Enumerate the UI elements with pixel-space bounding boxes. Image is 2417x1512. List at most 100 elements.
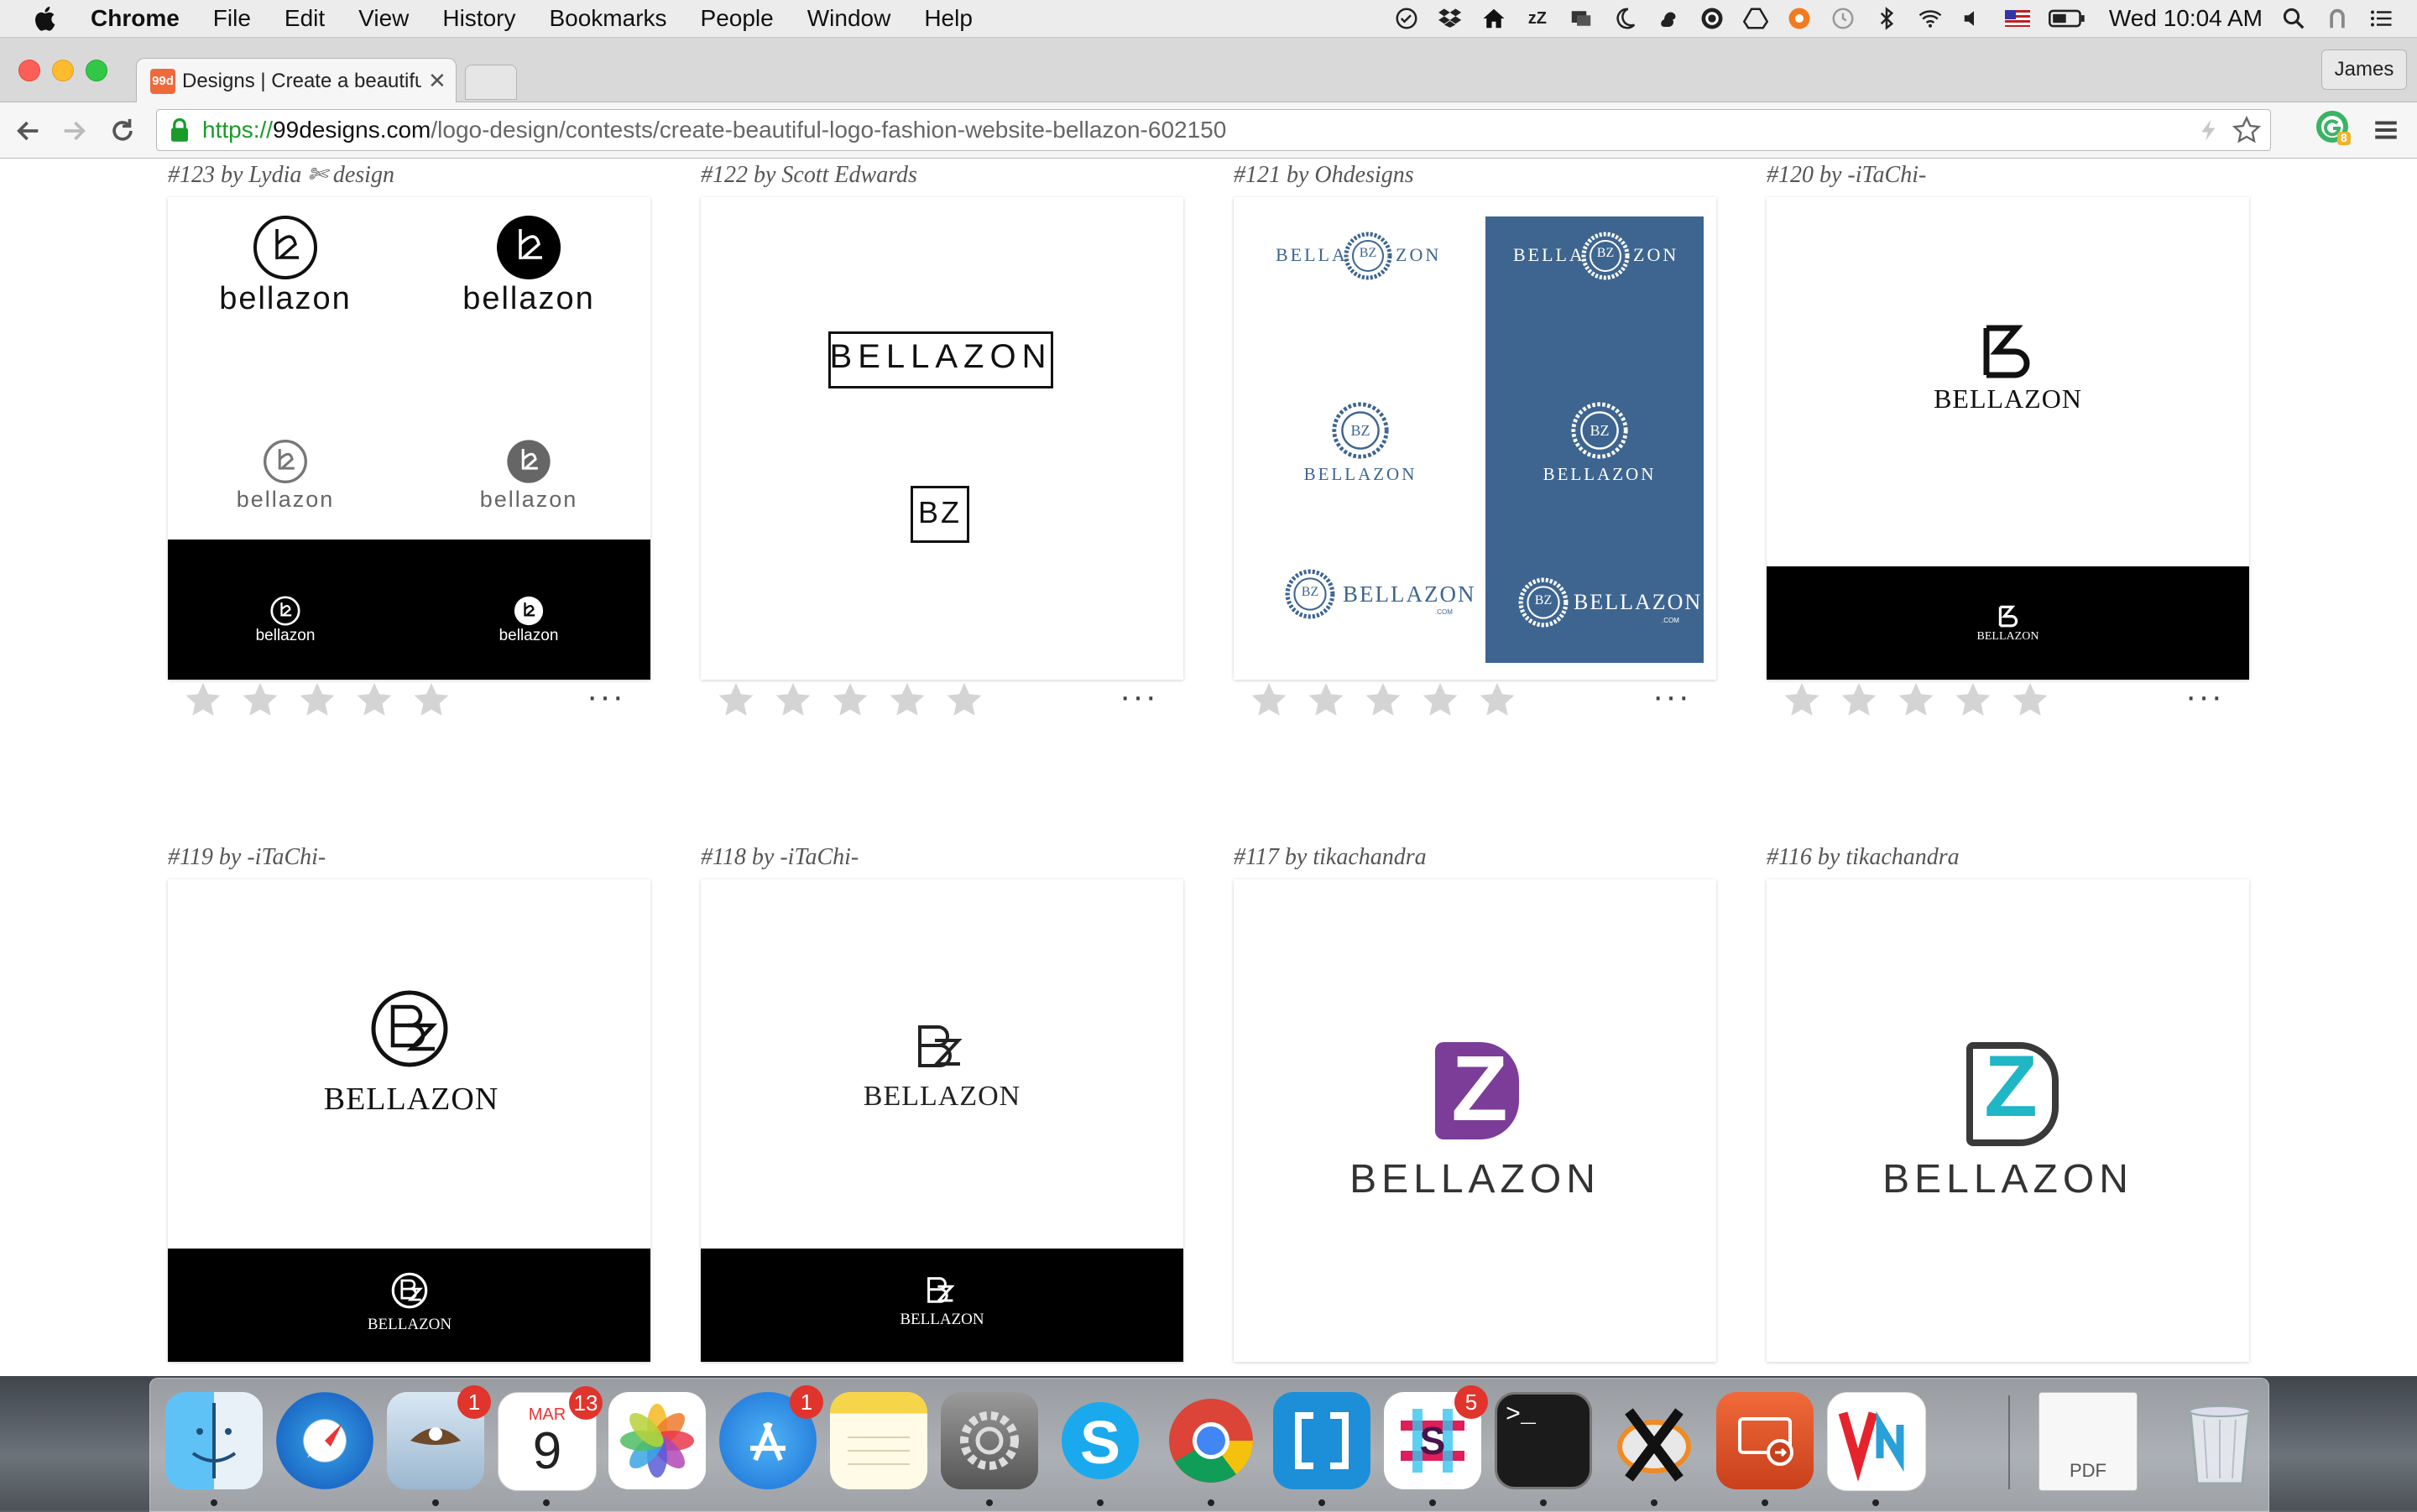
bluetooth-icon[interactable]	[1874, 6, 1899, 31]
dock-skype[interactable]: S	[1052, 1392, 1149, 1489]
dock-remote-desktop[interactable]	[1716, 1392, 1814, 1489]
design-thumbnail[interactable]: bellazon bellazon bellazon bellazon bell…	[168, 197, 650, 680]
dock-chrome[interactable]	[1162, 1392, 1260, 1489]
user-silhouette-icon[interactable]	[2325, 6, 2350, 31]
dock-app-store[interactable]: 1	[719, 1385, 823, 1489]
menu-bookmarks[interactable]: Bookmarks	[549, 5, 666, 32]
dock-finder[interactable]	[165, 1392, 263, 1489]
menu-view[interactable]: View	[358, 5, 409, 32]
minimize-window-button[interactable]	[52, 60, 74, 81]
entry-label[interactable]: #121 by Ohdesigns	[1234, 159, 1716, 192]
star-rating[interactable]	[716, 680, 984, 724]
star-icon[interactable]	[1953, 680, 1993, 724]
star-icon[interactable]	[716, 680, 756, 724]
star-icon[interactable]	[411, 680, 452, 724]
star-icon[interactable]	[1420, 680, 1460, 724]
home-icon[interactable]	[1481, 6, 1506, 31]
star-rating[interactable]	[1249, 680, 1517, 724]
checkmark-icon[interactable]	[1394, 6, 1419, 31]
menu-edit[interactable]: Edit	[285, 5, 325, 32]
tab-active[interactable]: 99d Designs | Create a beautiful logo ✕	[136, 58, 457, 103]
close-window-button[interactable]	[18, 60, 40, 81]
entry-label[interactable]: #117 by tikachandra	[1234, 841, 1716, 874]
drive-icon[interactable]	[1742, 6, 1768, 31]
bookmark-star-icon[interactable]	[2232, 115, 2262, 145]
star-icon[interactable]	[944, 680, 984, 724]
design-thumbnail[interactable]: BELLAZON BELLAZON	[701, 879, 1183, 1362]
star-icon[interactable]	[2010, 680, 2050, 724]
more-options-button[interactable]: ···	[587, 680, 625, 713]
menu-file[interactable]: File	[213, 5, 251, 32]
dock-vnc-viewer[interactable]	[1827, 1392, 1926, 1491]
notification-center-icon[interactable]	[2368, 6, 2394, 31]
dock-slack[interactable]: S 5	[1384, 1385, 1488, 1489]
dock-system-preferences[interactable]	[941, 1392, 1038, 1489]
dock-pdf-document[interactable]: PDF	[2039, 1392, 2138, 1491]
dock-notes[interactable]	[830, 1392, 927, 1489]
menubar-clock[interactable]: Wed 10:04 AM	[2109, 5, 2263, 32]
new-tab-button[interactable]	[465, 65, 517, 100]
design-thumbnail[interactable]: BELLAZON BELLAZON	[168, 879, 650, 1362]
entry-label[interactable]: #122 by Scott Edwards	[701, 159, 1183, 192]
design-thumbnail[interactable]: BELLA BZ ZON BZ BELLAZON BZ BELLAZON .CO…	[1234, 197, 1716, 680]
menu-window[interactable]: Window	[807, 5, 891, 32]
star-icon[interactable]	[1896, 680, 1936, 724]
wifi-icon[interactable]	[1918, 6, 1943, 31]
chrome-menu-button[interactable]	[2372, 116, 2400, 144]
entry-label[interactable]: #116 by tikachandra	[1767, 841, 2249, 874]
battery-icon[interactable]	[2048, 6, 2086, 31]
dock-x11[interactable]	[1605, 1392, 1703, 1489]
menu-history[interactable]: History	[442, 5, 515, 32]
design-thumbnail[interactable]: BELLAZON BELLAZON	[1767, 197, 2249, 680]
sleep-icon[interactable]: zZ	[1525, 6, 1550, 31]
circle-g-icon[interactable]	[1699, 6, 1725, 31]
star-icon[interactable]	[1363, 680, 1403, 724]
zoom-window-button[interactable]	[86, 60, 107, 81]
design-thumbnail[interactable]: Z BELLAZON	[1767, 879, 2249, 1362]
forward-button[interactable]	[57, 114, 91, 148]
more-options-button[interactable]: ···	[2185, 680, 2224, 713]
address-bar[interactable]: https://99designs.com/logo-design/contes…	[156, 109, 2271, 151]
time-machine-icon[interactable]	[1830, 6, 1856, 31]
dock-terminal[interactable]: >_	[1495, 1392, 1592, 1489]
profile-button[interactable]: James	[2321, 50, 2407, 90]
menu-people[interactable]: People	[701, 5, 774, 32]
star-icon[interactable]	[773, 680, 813, 724]
close-tab-icon[interactable]: ✕	[428, 68, 446, 94]
back-button[interactable]	[12, 114, 45, 148]
entry-label[interactable]: #118 by -iTaChi-	[701, 841, 1183, 874]
dock-calendar[interactable]: MAR 9 13	[498, 1386, 603, 1491]
more-options-button[interactable]: ···	[1120, 680, 1158, 713]
dock-photos[interactable]	[608, 1392, 706, 1489]
entry-label[interactable]: #119 by -iTaChi-	[168, 841, 650, 874]
star-rating[interactable]	[183, 680, 452, 724]
flag-icon[interactable]	[2004, 6, 2030, 31]
star-icon[interactable]	[1782, 680, 1822, 724]
star-icon[interactable]	[1839, 680, 1879, 724]
menu-app-name[interactable]: Chrome	[91, 5, 180, 32]
more-options-button[interactable]: ···	[1652, 680, 1691, 713]
reload-button[interactable]	[106, 114, 139, 148]
star-rating[interactable]	[1782, 680, 2050, 724]
squirrel-icon[interactable]	[1656, 6, 1681, 31]
star-icon[interactable]	[183, 680, 223, 724]
design-thumbnail[interactable]: Z BELLAZON	[1234, 879, 1716, 1362]
spotlight-icon[interactable]	[2281, 6, 2306, 31]
grammarly-extension-icon[interactable]: 8	[2316, 111, 2352, 146]
star-icon[interactable]	[830, 680, 870, 724]
entry-label[interactable]: #120 by -iTaChi-	[1767, 159, 2249, 192]
dropbox-icon[interactable]	[1438, 6, 1463, 31]
dock-safari[interactable]	[276, 1392, 373, 1489]
star-icon[interactable]	[240, 680, 280, 724]
lightning-icon[interactable]	[2196, 117, 2221, 143]
dock-brackets[interactable]	[1273, 1392, 1370, 1489]
moon-icon[interactable]	[1612, 6, 1637, 31]
lock-icon[interactable]	[169, 117, 191, 143]
star-icon[interactable]	[1306, 680, 1346, 724]
design-thumbnail[interactable]: BELLAZON BZ	[701, 197, 1183, 680]
volume-icon[interactable]	[1961, 6, 1986, 31]
apple-icon[interactable]	[32, 4, 60, 33]
star-icon[interactable]	[297, 680, 337, 724]
star-icon[interactable]	[887, 680, 927, 724]
avast-icon[interactable]	[1787, 6, 1812, 31]
